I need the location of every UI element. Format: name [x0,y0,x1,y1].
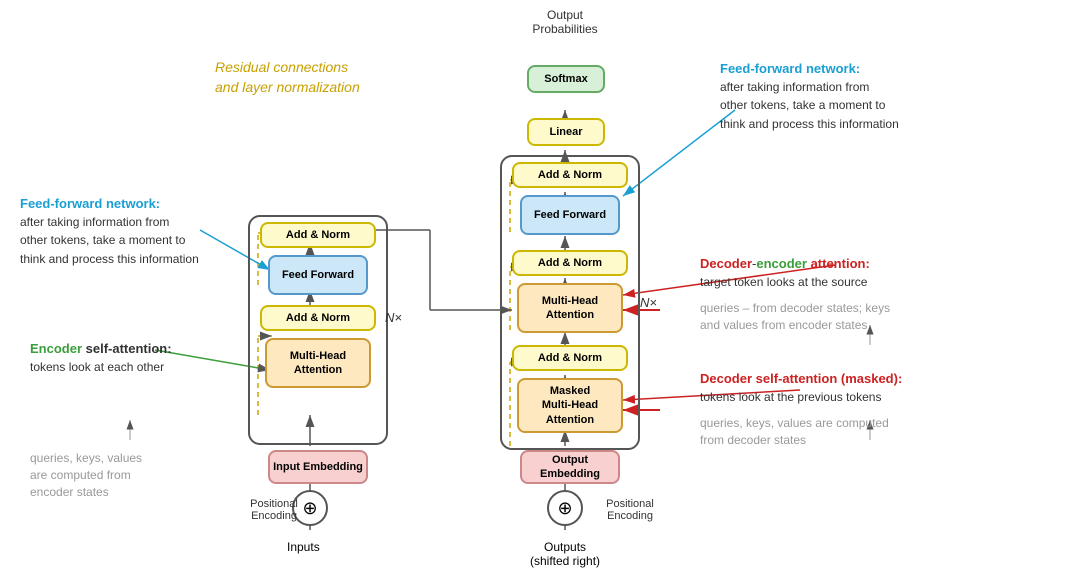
decoder-self-attn-label: Decoder self-attention (masked): tokens … [700,370,1030,406]
decoder-output-embedding: Output Embedding [520,450,620,484]
feed-forward-left-label: Feed-forward network: after taking infor… [20,195,240,268]
encoder-add-norm-bottom: Add & Norm [260,305,376,331]
feed-forward-right-label: Feed-forward network: after taking infor… [720,60,980,133]
decoder-feed-forward: Feed Forward [520,195,620,235]
decoder-masked-multi-head: MaskedMulti-HeadAttention [517,378,623,433]
decoder-multi-head-attention: Multi-HeadAttention [517,283,623,333]
encoder-queries-label: queries, keys, values are computed from … [30,450,210,500]
encoder-multi-head-attention: Multi-HeadAttention [265,338,371,388]
encoder-positional-label: PositionalEncoding [244,498,304,522]
decoder-add-norm-bottom: Add & Norm [512,345,628,371]
output-prob-label: Output Probabilities [520,8,610,36]
encoder-feed-forward: Feed Forward [268,255,368,295]
decoder-outputs-label: Outputs (shifted right) [530,540,600,568]
encoder-inputs-label: Inputs [287,540,320,554]
decoder-nx-label: N× [640,295,657,310]
encoder-self-attn-label: Encoder self-attention: tokens look at e… [30,340,230,376]
transformer-diagram: Output Probabilities Softmax Linear Add … [0,0,1080,575]
decoder-positional-label: PositionalEncoding [600,498,660,522]
linear-box: Linear [527,118,605,146]
decoder-queries-label: queries, keys, values are computed from … [700,415,990,449]
encoder-nx-label: N× [385,310,402,325]
decoder-encoder-attn-label: Decoder-encoder attention: target token … [700,255,1010,291]
encoder-add-norm-top: Add & Norm [260,222,376,248]
decoder-positional-encoding: ⊕ [547,490,583,526]
decoder-encoder-queries-label: queries – from decoder states; keys and … [700,300,1010,334]
encoder-input-embedding: Input Embedding [268,450,368,484]
decoder-add-norm-top: Add & Norm [512,162,628,188]
softmax-box: Softmax [527,65,605,93]
decoder-add-norm-mid: Add & Norm [512,250,628,276]
residual-connections-label: Residual connections and layer normaliza… [215,58,445,97]
